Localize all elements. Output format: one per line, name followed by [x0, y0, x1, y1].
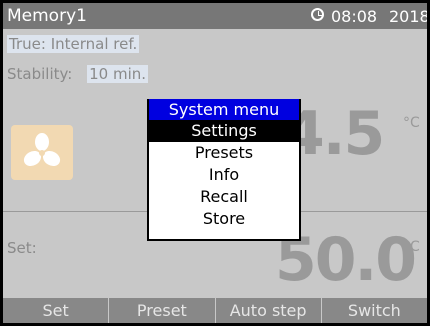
softkey-switch[interactable]: Switch: [320, 298, 427, 323]
menu-item-info[interactable]: Info: [149, 164, 299, 186]
stability-label: Stability:: [7, 65, 73, 83]
system-menu: System menu Settings Presets Info Recall…: [147, 99, 301, 241]
clock-icon: [311, 8, 324, 21]
true-row: True: Internal ref.: [7, 35, 140, 53]
menu-item-presets[interactable]: Presets: [149, 142, 299, 164]
true-label: True:: [9, 35, 46, 53]
stability-row: Stability: 10 min.: [7, 65, 149, 83]
memory-title: Memory1: [7, 6, 87, 26]
system-menu-title: System menu: [149, 99, 299, 120]
set-unit: °C: [403, 239, 420, 255]
softkey-preset[interactable]: Preset: [108, 298, 214, 323]
true-value: Internal ref.: [50, 35, 138, 53]
fan-icon[interactable]: [11, 125, 73, 180]
menu-item-settings[interactable]: Settings: [149, 120, 299, 142]
menu-item-store[interactable]: Store: [149, 208, 299, 230]
menu-item-recall[interactable]: Recall: [149, 186, 299, 208]
clock-time: 08:08: [331, 7, 378, 26]
date: 2018-12-11: [389, 7, 427, 26]
set-label: Set:: [7, 239, 37, 257]
softkey-bar: Set Preset Auto step Switch: [3, 298, 427, 323]
softkey-set[interactable]: Set: [3, 298, 108, 323]
actual-unit: °C: [403, 115, 420, 131]
stability-value: 10: [89, 65, 109, 83]
softkey-auto-step[interactable]: Auto step: [214, 298, 321, 323]
stability-unit: min.: [113, 65, 147, 83]
header-bar: Memory1 08:08 2018-12-11: [3, 3, 427, 29]
device-screen: Memory1 08:08 2018-12-11 True: Internal …: [3, 3, 427, 323]
